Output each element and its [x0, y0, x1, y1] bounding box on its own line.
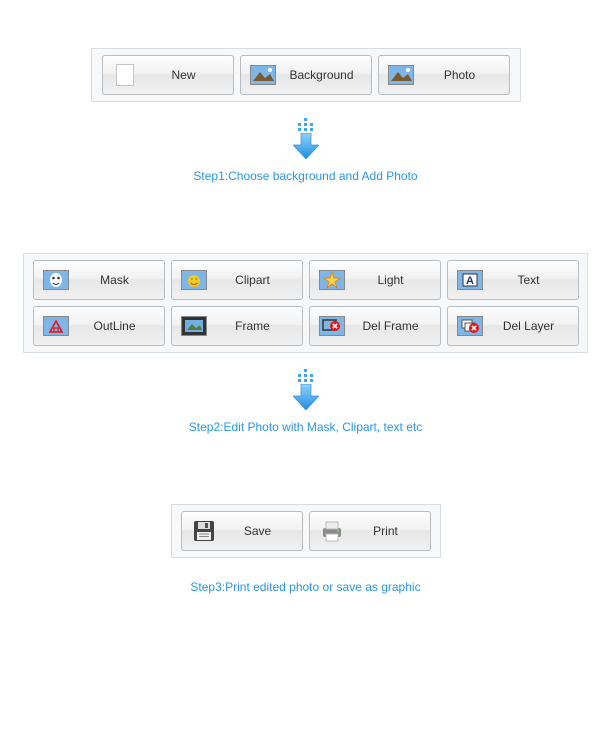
delete-layer-icon [454, 314, 486, 338]
arrow-step1 [291, 118, 321, 159]
background-button[interactable]: Background [240, 55, 372, 95]
clipart-button[interactable]: Clipart [171, 260, 303, 300]
text-icon: A [454, 268, 486, 292]
save-icon [188, 519, 220, 543]
delframe-button[interactable]: Del Frame [309, 306, 441, 346]
photo-button-label: Photo [417, 68, 503, 82]
blank-page-icon [109, 63, 141, 87]
new-button-label: New [141, 68, 227, 82]
photo-button[interactable]: Photo [378, 55, 510, 95]
light-button-label: Light [348, 273, 434, 287]
frame-button-label: Frame [210, 319, 296, 333]
delete-frame-icon [316, 314, 348, 338]
print-button-label: Print [348, 524, 424, 538]
delframe-button-label: Del Frame [348, 319, 434, 333]
panel-step3: Save Print [171, 504, 441, 558]
mask-button[interactable]: Mask [33, 260, 165, 300]
outline-button[interactable]: OutLine [33, 306, 165, 346]
step3-caption: Step3:Print edited photo or save as grap… [0, 580, 611, 594]
frame-icon [178, 314, 210, 338]
landscape-icon [385, 63, 417, 87]
frame-button[interactable]: Frame [171, 306, 303, 346]
step2-caption: Step2:Edit Photo with Mask, Clipart, tex… [0, 420, 611, 434]
landscape-icon [247, 63, 279, 87]
outline-icon [40, 314, 72, 338]
arrow-down-icon [293, 384, 319, 410]
dellayer-button[interactable]: Del Layer [447, 306, 579, 346]
light-button[interactable]: Light [309, 260, 441, 300]
outline-button-label: OutLine [72, 319, 158, 333]
save-button-label: Save [220, 524, 296, 538]
new-button[interactable]: New [102, 55, 234, 95]
arrow-step2 [291, 369, 321, 410]
arrow-dots-icon [298, 118, 314, 131]
mask-icon [40, 268, 72, 292]
arrow-down-icon [293, 133, 319, 159]
panel-step2: Mask Clipart Light A Text OutLine Frame [23, 253, 588, 353]
svg-text:A: A [466, 275, 474, 287]
mask-button-label: Mask [72, 273, 158, 287]
dellayer-button-label: Del Layer [486, 319, 572, 333]
light-icon [316, 268, 348, 292]
text-button[interactable]: A Text [447, 260, 579, 300]
step1-caption: Step1:Choose background and Add Photo [0, 169, 611, 183]
arrow-dots-icon [298, 369, 314, 382]
text-button-label: Text [486, 273, 572, 287]
clipart-button-label: Clipart [210, 273, 296, 287]
clipart-icon [178, 268, 210, 292]
print-icon [316, 519, 348, 543]
save-button[interactable]: Save [181, 511, 303, 551]
background-button-label: Background [279, 68, 365, 82]
panel-step1: New Background Photo [91, 48, 521, 102]
print-button[interactable]: Print [309, 511, 431, 551]
